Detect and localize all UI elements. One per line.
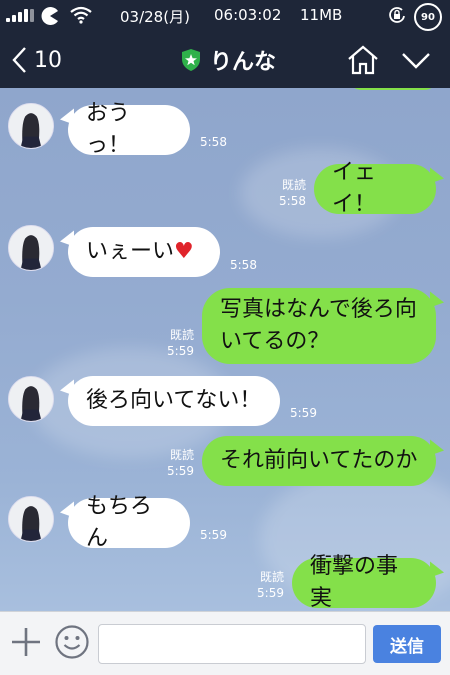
message-time: 5:59: [167, 463, 194, 478]
message-bubble-outgoing[interactable]: 写真はなんで後ろ向 いてるの？: [202, 288, 436, 364]
signal-strength-icon: [6, 9, 34, 22]
back-button[interactable]: 10: [10, 42, 62, 78]
message-bubble-incoming[interactable]: 後ろ向いてない！: [68, 376, 280, 426]
message-time: 5:58: [230, 258, 257, 272]
message-bubble-incoming[interactable]: もちろん: [68, 494, 190, 551]
heart-emoji-icon: ♥: [174, 239, 194, 265]
read-receipt: 既読: [281, 178, 306, 192]
message-text-line: 写真はなんで後ろ向: [220, 297, 417, 323]
message-bubble-outgoing[interactable]: それ前向いてたのか: [202, 436, 436, 486]
message-time: 5:58: [200, 135, 227, 149]
avatar[interactable]: [8, 103, 54, 149]
message-time: 5:58: [279, 193, 306, 208]
message-text: 後ろ向いてない！: [86, 388, 262, 414]
chevron-down-icon[interactable]: [400, 46, 432, 74]
chat-area[interactable]: おうっ！ 5:58 既読 5:58 イェイ！ いぇーい ♥ 5:58 既読 5:5…: [0, 88, 450, 611]
message-time: 5:59: [200, 528, 227, 542]
previous-message-bubble: [350, 88, 436, 90]
message-input[interactable]: [98, 624, 366, 664]
read-receipt: 既読: [169, 328, 194, 342]
message-text: おうっ！: [86, 101, 131, 158]
message-time: 5:59: [257, 585, 284, 600]
avatar[interactable]: [8, 376, 54, 422]
message-text: それ前向いてたのか: [220, 448, 418, 474]
message-text: イェイ！: [332, 160, 377, 217]
plus-icon[interactable]: [10, 626, 42, 658]
message-text: いぇーい: [86, 239, 175, 265]
status-bar: 03/28(月) 06:03:02 11MB 90: [0, 0, 450, 32]
official-account-shield-icon: [182, 49, 200, 71]
send-button[interactable]: 送信: [373, 625, 441, 663]
home-icon[interactable]: [346, 44, 380, 76]
battery-indicator: 90: [414, 3, 442, 31]
rotation-lock-icon: [389, 7, 405, 23]
message-time: 5:59: [167, 343, 194, 358]
avatar[interactable]: [8, 225, 54, 271]
read-receipt: 既読: [259, 570, 284, 584]
status-memory: 11MB: [300, 6, 343, 24]
message-meta: 既読 5:59: [160, 328, 194, 359]
chevron-left-icon: [12, 47, 26, 73]
message-time: 5:59: [290, 406, 317, 420]
chat-header: 10 りんな: [0, 32, 450, 88]
message-meta: 既読 5:59: [160, 448, 194, 479]
chat-title: りんな: [210, 50, 277, 75]
status-time: 06:03:02: [214, 6, 282, 24]
message-bubble-incoming[interactable]: おうっ！: [68, 101, 190, 158]
chat-title-group: りんな: [180, 44, 276, 76]
message-bubble-outgoing[interactable]: イェイ！: [314, 160, 436, 217]
message-meta: 既読 5:59: [250, 570, 284, 601]
read-receipt: 既読: [169, 448, 194, 462]
status-date: 03/28(月): [120, 8, 190, 26]
message-text: 衝撃の事実: [310, 554, 399, 611]
message-bubble-incoming[interactable]: いぇーい ♥: [68, 227, 220, 277]
message-text: もちろん: [86, 494, 153, 551]
carrier-pacman-icon: [41, 7, 58, 25]
message-bubble-outgoing[interactable]: 衝撃の事実: [292, 554, 436, 611]
emoji-icon[interactable]: [54, 624, 90, 660]
message-text-line: いてるの？: [220, 329, 330, 354]
message-input-bar: 送信: [0, 611, 450, 675]
message-meta: 既読 5:58: [270, 178, 306, 209]
wifi-icon: [70, 6, 92, 24]
unread-count: 10: [34, 47, 62, 73]
avatar[interactable]: [8, 496, 54, 542]
